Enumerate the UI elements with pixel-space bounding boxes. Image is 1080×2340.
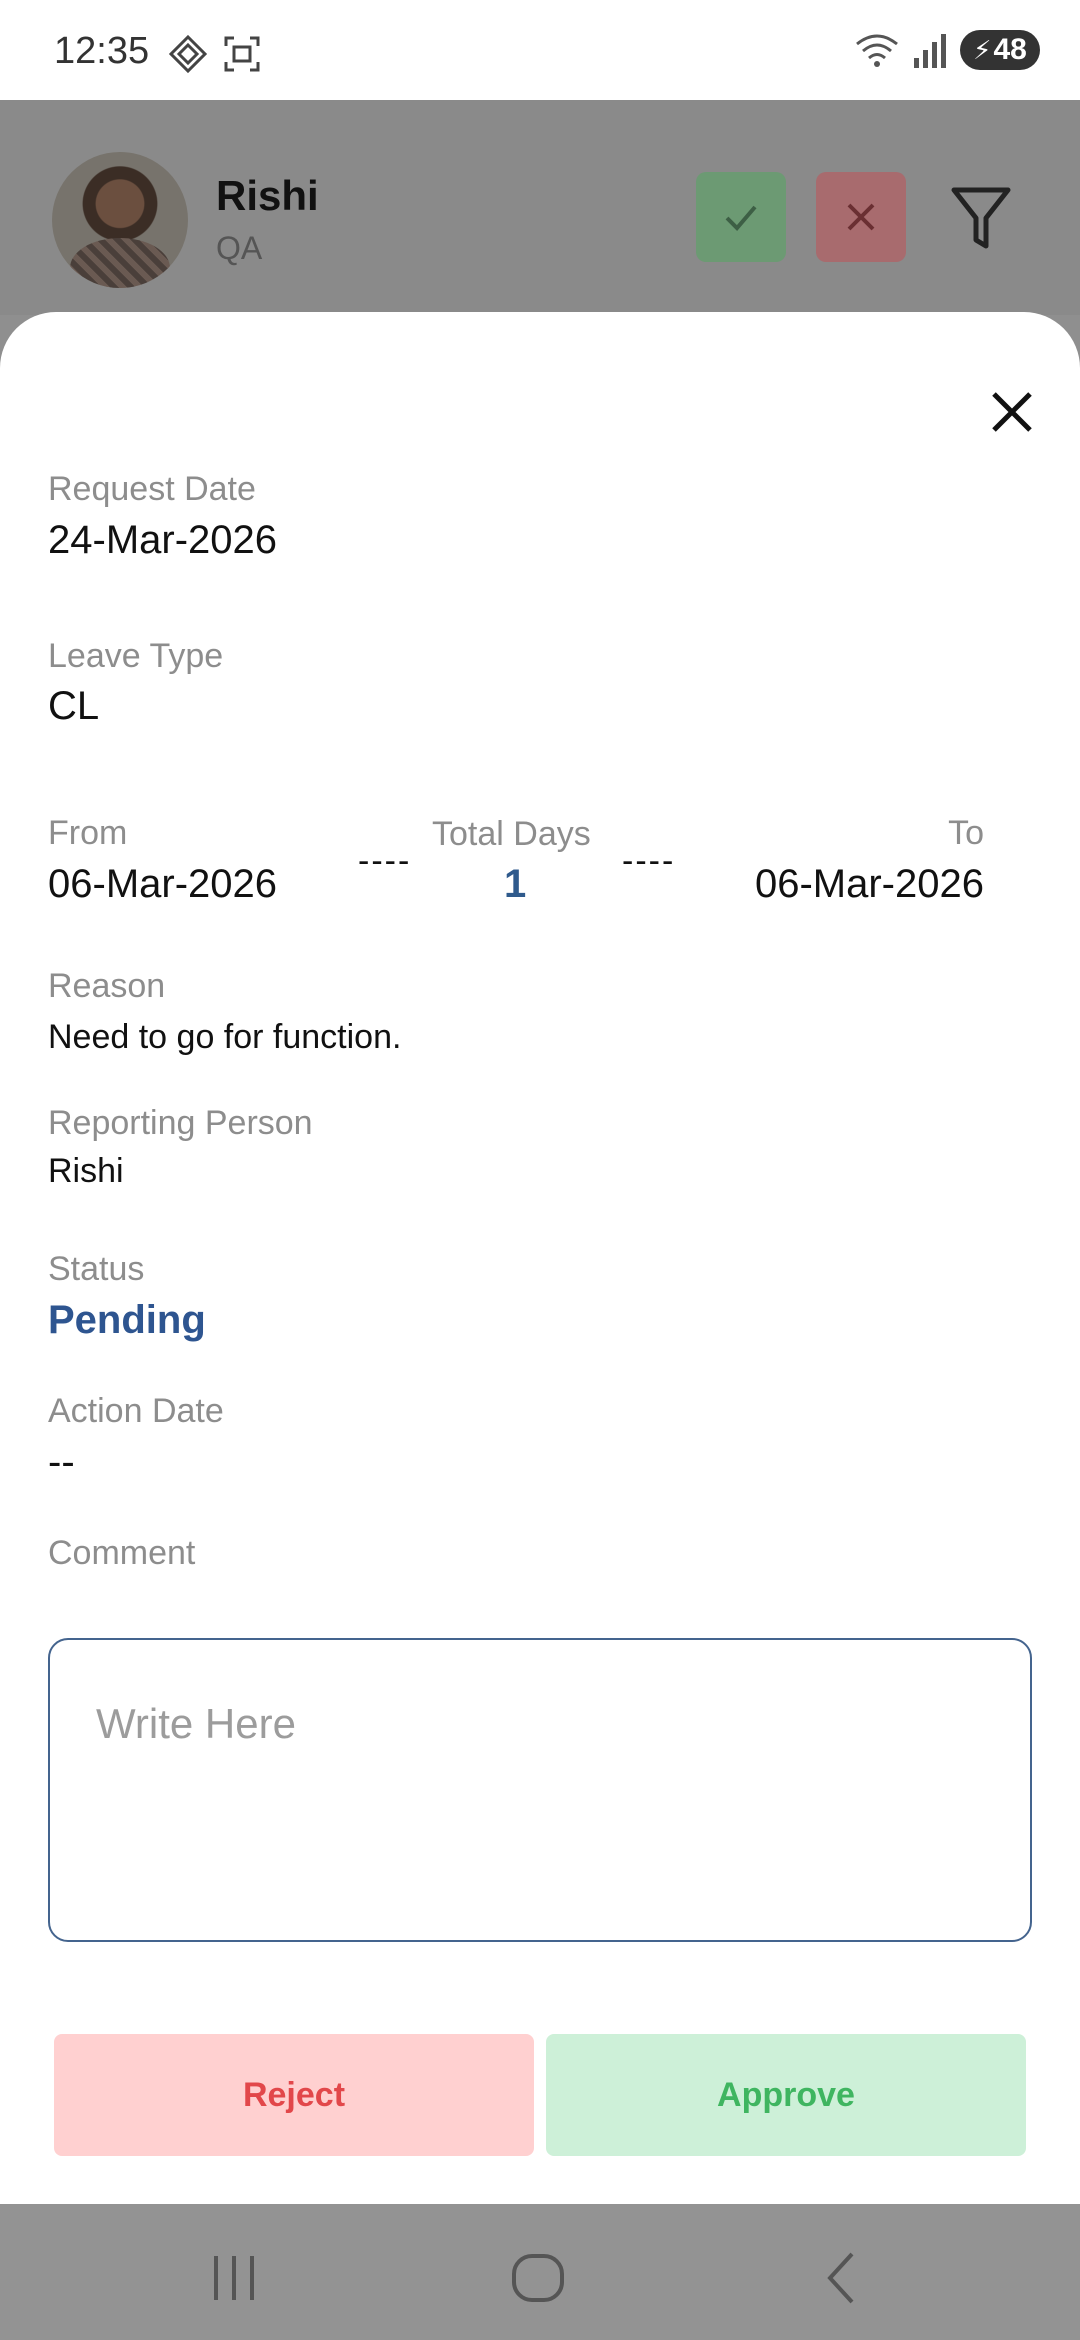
app-header: Rishi QA [0,100,1080,315]
request-date-label: Request Date [48,470,256,508]
nfc-icon [168,34,208,74]
separator-left: ---- [358,842,412,880]
status-time: 12:35 [54,30,150,72]
comment-label: Comment [48,1534,196,1572]
status-bar: 12:35 ⚡ 48 [0,0,1080,100]
action-date-label: Action Date [48,1392,224,1430]
to-label: To [948,814,984,852]
avatar [52,152,188,288]
leave-type-label: Leave Type [48,637,224,675]
close-sheet-icon[interactable] [984,384,1040,440]
wifi-icon [856,34,898,67]
comment-box [48,1638,1032,1942]
header-approve-button[interactable] [696,172,786,262]
system-nav-bar [0,2204,1080,2340]
back-icon[interactable] [812,2248,872,2308]
leave-detail-sheet: Request Date 24-Mar-2026 Leave Type CL F… [0,312,1080,2204]
employee-role: QA [216,230,263,266]
status-icons-right: ⚡ 48 [854,30,1040,70]
battery-icon: ⚡ 48 [960,30,1040,70]
from-value: 06-Mar-2026 [48,862,278,906]
separator-right: ---- [622,842,676,880]
request-date-value: 24-Mar-2026 [48,518,278,562]
to-value: 06-Mar-2026 [754,862,984,906]
status-icons-left [168,34,262,74]
home-icon[interactable] [508,2248,568,2308]
from-label: From [48,814,128,852]
action-date-value: -- [48,1440,75,1484]
status-label: Status [48,1250,145,1288]
approve-button-label: Approve [717,2075,855,2114]
reject-button[interactable]: Reject [54,2034,534,2156]
reporting-person-value: Rishi [48,1152,124,1190]
total-days-value: 1 [504,862,527,906]
filter-icon[interactable] [950,184,1012,254]
reporting-person-label: Reporting Person [48,1104,313,1142]
status-value: Pending [48,1298,206,1342]
close-icon [847,203,875,231]
screenshot-icon [224,36,260,72]
recent-apps-icon[interactable] [204,2248,264,2308]
reject-button-label: Reject [242,2075,346,2114]
leave-type-value: CL [48,684,100,728]
employee-name: Rishi [216,172,319,219]
approve-button[interactable]: Approve [546,2034,1026,2156]
reason-label: Reason [48,967,166,1005]
reason-value: Need to go for function. [48,1018,402,1056]
comment-input[interactable] [50,1640,1030,1940]
signal-icon [914,34,946,68]
check-icon [725,205,757,231]
battery-level: 48 [993,33,1027,66]
total-days-label: Total Days [432,815,591,853]
header-reject-button[interactable] [816,172,906,262]
